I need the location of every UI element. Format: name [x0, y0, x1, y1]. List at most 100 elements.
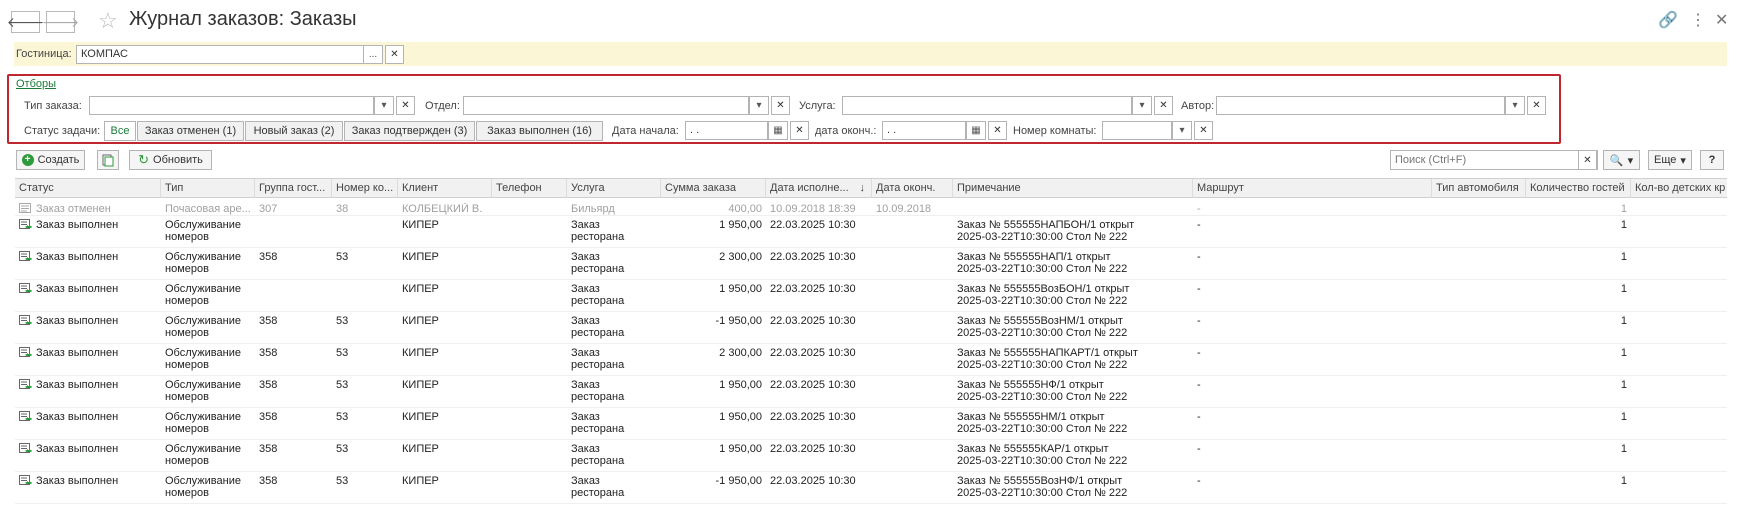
column-client[interactable]: Клиент [398, 179, 492, 198]
forward-button[interactable]: 🡒 [42, 11, 79, 33]
column-route[interactable]: Маршрут [1193, 179, 1432, 198]
end-date-calendar[interactable]: ▦ [966, 121, 986, 140]
type-line: номеров [165, 295, 209, 307]
cell-service: Заказ ресторана [571, 283, 659, 307]
service-clear[interactable]: ✕ [1154, 96, 1173, 115]
service-field[interactable] [842, 96, 1132, 115]
service-dropdown[interactable]: ▾ [1132, 96, 1152, 115]
table-row[interactable]: Заказ выполнен Обслуживание номеров 358 53 КИ… [15, 312, 1727, 344]
status-done-button[interactable]: Заказ выполнен (16) [476, 121, 603, 141]
type-line: номеров [165, 263, 209, 275]
cell-status: Заказ выполнен [19, 443, 159, 455]
start-date-calendar[interactable]: ▦ [768, 121, 788, 140]
department-dropdown[interactable]: ▾ [749, 96, 769, 115]
cell-group: 358 [259, 347, 278, 359]
service-line: ресторана [571, 423, 625, 435]
order-done-icon [19, 219, 32, 229]
filters-link[interactable]: Отборы [16, 78, 56, 90]
table-row[interactable]: Заказ выполнен Обслуживание номеров 358 53 КИ… [15, 248, 1727, 280]
cell-note: Заказ № 555555КАР/1 открыт 2025-03-22T10:… [957, 443, 1193, 467]
table-row[interactable]: Заказ выполнен Обслуживание номеров 358 53 КИ… [15, 408, 1727, 440]
hotel-field[interactable]: КОМПАС [76, 45, 364, 64]
cell-group: 307 [259, 203, 278, 215]
search-clear-button[interactable]: ✕ [1578, 150, 1597, 170]
cell-guests: 1 [1620, 475, 1627, 487]
end-date-clear[interactable]: ✕ [988, 121, 1007, 140]
service-line: ресторана [571, 487, 625, 499]
copy-button[interactable] [97, 150, 119, 170]
column-note[interactable]: Примечание [953, 179, 1193, 198]
link-icon[interactable]: 🔗 [1658, 10, 1678, 30]
column-phone[interactable]: Телефон [492, 179, 567, 198]
search-button[interactable]: 🔍 ▾ [1603, 150, 1640, 170]
cell-service: Заказ ресторана [571, 251, 659, 275]
table-row[interactable]: Заказ выполнен Обслуживание номеров 358 53 КИ… [15, 440, 1727, 472]
room-number-field[interactable] [1102, 121, 1172, 140]
refresh-button[interactable]: ↻ Обновить [129, 150, 212, 170]
order-type-dropdown[interactable]: ▾ [374, 96, 394, 115]
table-row[interactable]: Заказ выполнен Обслуживание номеров КИПЕР За… [15, 216, 1727, 248]
table-row[interactable]: Заказ выполнен Обслуживание номеров 358 53 КИ… [15, 376, 1727, 408]
type-line: Обслуживание [165, 251, 241, 263]
table-row[interactable]: Заказ выполнен Обслуживание номеров КИПЕР За… [15, 280, 1727, 312]
more-menu-icon[interactable]: ⋮ [1690, 10, 1706, 30]
hotel-clear-button[interactable]: ✕ [385, 45, 404, 64]
room-number-dropdown[interactable]: ▾ [1172, 121, 1192, 140]
column-exec-date[interactable]: Дата исполне... ↓ [766, 179, 872, 198]
favorite-star-icon[interactable]: ☆ [98, 8, 118, 34]
status-new-button[interactable]: Новый заказ (2) [245, 121, 343, 141]
cell-status: Заказ выполнен [19, 347, 159, 359]
start-date-label: Дата начала: [612, 125, 679, 137]
column-status[interactable]: Статус [15, 179, 161, 198]
order-type-field[interactable] [89, 96, 374, 115]
help-button[interactable]: ? [1700, 150, 1724, 170]
table-row[interactable]: Заказ отменен Почасовая аре... 307 38 КОЛБЕЦ… [15, 200, 1727, 216]
start-date-field[interactable]: . . [685, 121, 768, 140]
note-line: 2025-03-22T10:30:00 Стол № 222 [957, 359, 1128, 371]
note-line: 2025-03-22T10:30:00 Стол № 222 [957, 231, 1128, 243]
column-child-seats[interactable]: Кол-во детских кр [1631, 179, 1727, 198]
service-line: Заказ [571, 443, 600, 455]
column-type[interactable]: Тип [161, 179, 255, 198]
create-button[interactable]: + Создать [16, 150, 85, 170]
column-car-type[interactable]: Тип автомобиля [1432, 179, 1526, 198]
department-field[interactable] [463, 96, 749, 115]
cell-guests: 1 [1620, 203, 1627, 215]
author-field[interactable] [1216, 96, 1505, 115]
column-room[interactable]: Номер ко... [332, 179, 398, 198]
status-all-button[interactable]: Все [104, 121, 136, 141]
cell-room: 53 [336, 315, 349, 327]
column-guests[interactable]: Количество гостей [1526, 179, 1631, 198]
status-cancelled-button[interactable]: Заказ отменен (1) [137, 121, 244, 141]
cell-client: КИПЕР [402, 347, 439, 359]
column-end-date[interactable]: Дата оконч. [872, 179, 953, 198]
service-line: Заказ [571, 475, 600, 487]
cell-type: Почасовая аре... [165, 203, 253, 215]
author-dropdown[interactable]: ▾ [1505, 96, 1525, 115]
back-button[interactable]: 🡐 [7, 11, 44, 33]
cell-note: Заказ № 555555НАП/1 открыт 2025-03-22T10:… [957, 251, 1193, 275]
status-confirmed-button[interactable]: Заказ подтвержден (3) [344, 121, 475, 141]
cell-exec-date: 10.09.2018 18:39 [770, 203, 856, 215]
cell-note: Заказ № 555555ВозНМ/1 открыт 2025-03-22T1… [957, 315, 1193, 339]
author-clear[interactable]: ✕ [1527, 96, 1546, 115]
table-row[interactable]: Заказ выполнен Обслуживание номеров 358 53 КИ… [15, 344, 1727, 376]
room-number-clear[interactable]: ✕ [1194, 121, 1213, 140]
column-group[interactable]: Группа гост... [255, 179, 332, 198]
order-type-clear[interactable]: ✕ [396, 96, 415, 115]
hotel-select-button[interactable]: ... [363, 45, 383, 64]
start-date-clear[interactable]: ✕ [790, 121, 809, 140]
table-row[interactable]: Заказ выполнен Обслуживание номеров 358 53 КИ… [15, 472, 1727, 504]
search-input[interactable] [1390, 150, 1598, 170]
close-icon[interactable]: ✕ [1715, 10, 1728, 30]
calendar-icon: ▦ [971, 125, 981, 136]
column-service[interactable]: Услуга [567, 179, 661, 198]
cell-exec-date: 22.03.2025 10:30 [770, 379, 856, 391]
cell-status: Заказ выполнен [19, 475, 159, 487]
chevron-down-icon: ▾ [1680, 154, 1686, 167]
column-sum[interactable]: Сумма заказа [661, 179, 766, 198]
department-clear[interactable]: ✕ [771, 96, 790, 115]
end-date-field[interactable]: . . [882, 121, 966, 140]
more-button[interactable]: Еще ▾ [1648, 150, 1692, 170]
cell-room: 38 [336, 203, 349, 215]
